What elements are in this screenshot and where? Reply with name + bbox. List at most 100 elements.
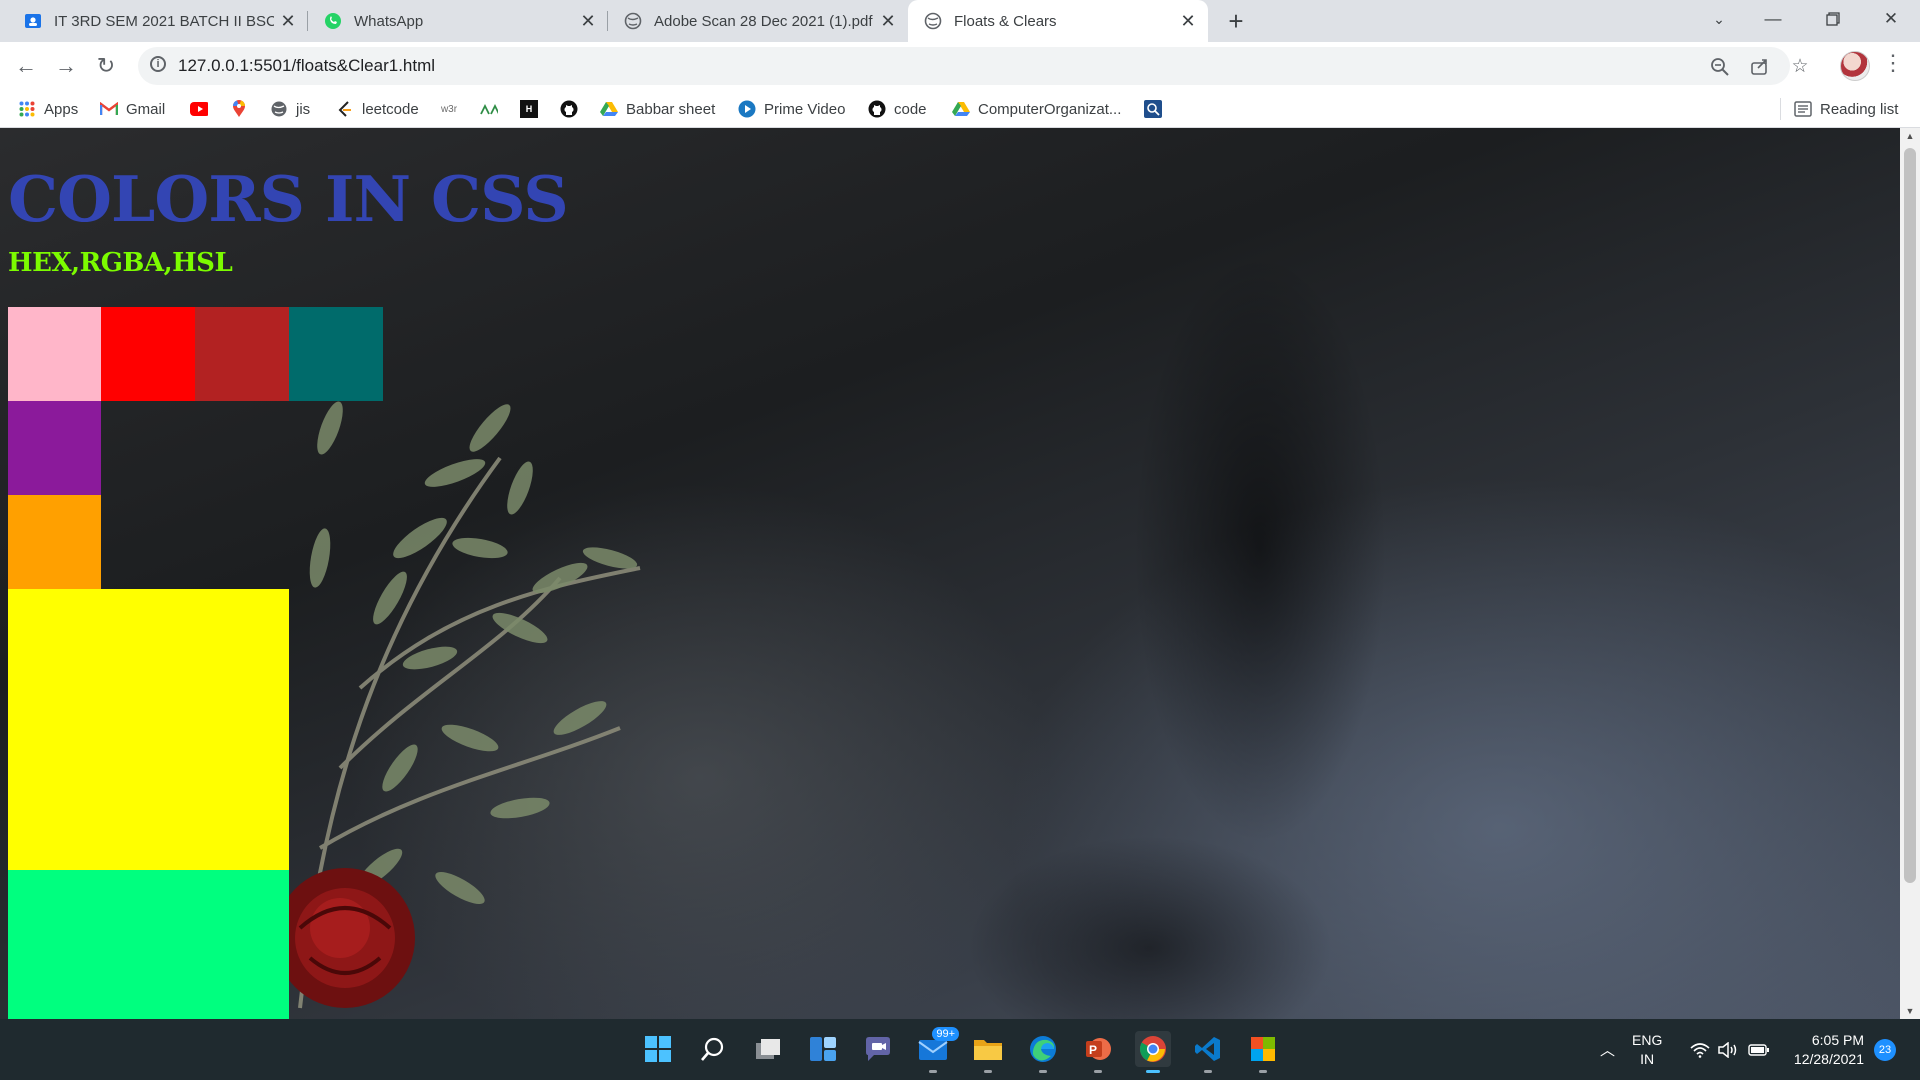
bookmark-youtube[interactable] [190,96,216,122]
profile-avatar[interactable] [1840,51,1870,81]
tab-whatsapp[interactable]: WhatsApp ✕ [308,0,608,42]
bookmark-label: code [894,100,927,118]
edge-icon[interactable] [1025,1031,1061,1073]
battery-icon[interactable] [1748,1019,1770,1080]
prime-video-icon [738,100,756,118]
language-indicator[interactable]: ENG IN [1632,1031,1662,1069]
bookmark-jis[interactable]: jis [270,96,310,122]
reading-list-label: Reading list [1820,100,1899,118]
system-clock[interactable]: 6:05 PM 12/28/2021 [1778,1031,1864,1069]
scroll-down-arrow-icon[interactable]: ▼ [1900,1003,1920,1019]
vscode-icon[interactable] [1190,1031,1226,1073]
bookmark-computer-organization[interactable]: ComputerOrganizat... [952,96,1121,122]
address-bar[interactable]: i 127.0.0.1:5501/floats&Clear1.html ☆ [138,47,1809,85]
bookmarks-bar: Apps Gmail jis leetcode w3r H Babbar she… [0,90,1920,128]
color-box-purple [8,401,101,495]
bookmark-maps[interactable] [230,96,256,122]
mail-icon[interactable]: 99+ [915,1027,959,1073]
bookmarks-separator [1780,98,1781,120]
github-icon [560,100,578,118]
widgets-icon[interactable] [805,1031,841,1067]
scrollbar-thumb[interactable] [1904,148,1916,883]
tab-classroom[interactable]: IT 3RD SEM 2021 BATCH II BSC 3 ✕ [8,0,308,42]
page-viewport: COLORS IN CSS HEX,RGBA,HSL [0,128,1900,1019]
color-box-pink [8,307,101,401]
drive-icon [952,100,970,118]
gmail-icon [100,100,118,118]
rose-decoration [275,868,415,1008]
bookmark-gmail[interactable]: Gmail [100,96,165,122]
running-indicator [1039,1070,1047,1073]
notification-count-badge[interactable]: 23 [1874,1039,1896,1061]
close-tab-icon[interactable]: ✕ [1174,11,1202,32]
new-tab-button[interactable]: + [1220,4,1252,38]
running-indicator [1259,1070,1267,1073]
chrome-icon[interactable] [1135,1031,1171,1073]
globe-icon [624,12,642,30]
tab-adobe-scan[interactable]: Adobe Scan 28 Dec 2021 (1).pdf ✕ [608,0,908,42]
globe-icon [270,100,288,118]
windows-start-icon[interactable] [640,1031,676,1067]
tray-overflow-icon[interactable]: ︿ [1600,1019,1615,1080]
bookmark-prime-video[interactable]: Prime Video [738,96,845,122]
bookmark-label: Prime Video [764,100,846,118]
page-subtitle: HEX,RGBA,HSL [8,248,233,278]
reading-list-button[interactable]: Reading list [1794,96,1898,122]
bookmark-babbar-sheet[interactable]: Babbar sheet [600,96,715,122]
search-icon[interactable] [695,1031,731,1067]
color-box-teal [289,307,383,401]
restore-icon[interactable] [1810,0,1856,38]
bookmark-geeksforgeeks[interactable] [480,96,506,122]
info-icon[interactable]: i [150,56,166,72]
youtube-icon [190,100,208,118]
clock-date: 12/28/2021 [1793,1051,1864,1067]
close-window-icon[interactable]: ✕ [1868,0,1914,38]
menu-kebab-icon[interactable]: ⋮ [1882,50,1904,76]
color-box-firebrick [195,307,289,401]
bookmark-code[interactable]: code [868,96,927,122]
tab-strip: IT 3RD SEM 2021 BATCH II BSC 3 ✕ WhatsAp… [0,0,1920,42]
back-arrow-icon[interactable]: ← [10,50,42,82]
teams-chat-icon[interactable] [860,1031,896,1067]
tab-search-icon[interactable]: ⌄ [1696,0,1742,38]
url-text[interactable]: 127.0.0.1:5501/floats&Clear1.html [178,56,435,76]
running-indicator [929,1070,937,1073]
page-scrollbar[interactable]: ▲ ▼ [1900,128,1920,1019]
reload-icon[interactable]: ↻ [90,50,122,82]
close-tab-icon[interactable]: ✕ [874,11,902,32]
task-view-icon[interactable] [750,1031,786,1067]
wifi-icon[interactable] [1690,1019,1710,1080]
leetcode-icon [336,100,354,118]
page-title: COLORS IN CSS [8,162,569,236]
volume-icon[interactable] [1718,1019,1740,1080]
folder-icon[interactable] [970,1031,1006,1073]
bookmark-w3schools[interactable]: w3r [440,96,466,122]
close-tab-icon[interactable]: ✕ [574,11,602,32]
reading-list-icon [1794,100,1812,118]
scroll-up-arrow-icon[interactable]: ▲ [1900,128,1920,144]
forward-arrow-icon[interactable]: → [50,50,82,82]
office-icon[interactable] [1245,1031,1281,1073]
bookmark-apps[interactable]: Apps [18,96,78,122]
powerpoint-icon[interactable]: P [1080,1031,1116,1073]
share-icon[interactable] [1748,55,1772,79]
color-box-spring-green [8,870,289,1019]
globe-icon [924,12,942,30]
bookmark-label: Apps [44,100,79,118]
zoom-icon[interactable] [1708,55,1732,79]
bookmark-github[interactable] [560,96,586,122]
whatsapp-icon [324,12,342,30]
search-bookmark-icon [1144,100,1162,118]
close-tab-icon[interactable]: ✕ [274,11,302,32]
maps-icon [230,100,248,118]
bookmark-leetcode[interactable]: leetcode [336,96,419,122]
minimize-icon[interactable]: — [1750,0,1796,38]
bookmark-search[interactable] [1144,96,1170,122]
bookmark-label: Babbar sheet [626,100,716,118]
bookmark-hackerrank[interactable]: H [520,96,546,122]
running-indicator [1146,1070,1160,1073]
bookmark-star-icon[interactable]: ☆ [1788,55,1812,79]
mail-badge: 99+ [932,1027,959,1041]
tab-floats-clears[interactable]: Floats & Clears ✕ [908,0,1208,42]
hackerrank-icon: H [520,100,538,118]
